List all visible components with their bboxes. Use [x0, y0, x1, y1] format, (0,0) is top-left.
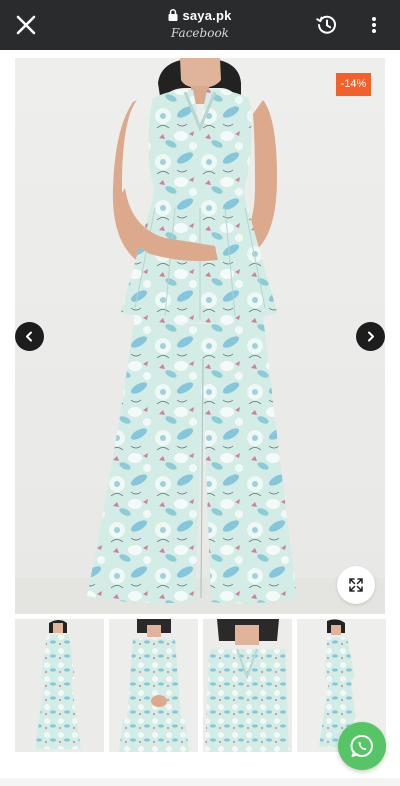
thumbnail-strip — [15, 619, 386, 752]
next-image-button[interactable] — [356, 322, 385, 351]
fullscreen-zoom-button[interactable] — [337, 566, 375, 604]
whatsapp-chat-button[interactable] — [338, 722, 386, 770]
expand-icon — [349, 578, 363, 592]
thumbnail-2[interactable] — [109, 619, 198, 752]
model-photo — [15, 58, 385, 614]
chevron-right-icon — [368, 331, 374, 342]
discount-badge: -14% — [336, 73, 371, 96]
close-icon[interactable] — [14, 13, 38, 37]
product-main-image[interactable] — [15, 58, 385, 614]
chevron-left-icon — [26, 331, 32, 342]
history-icon[interactable] — [315, 13, 339, 37]
lock-icon — [168, 9, 178, 21]
more-vert-icon[interactable] — [364, 13, 384, 37]
previous-image-button[interactable] — [15, 322, 44, 351]
url-title[interactable]: saya.pk Facebook — [100, 8, 300, 40]
site-source: Facebook — [171, 26, 229, 40]
bottom-edge — [0, 778, 400, 786]
thumbnail-1[interactable] — [15, 619, 104, 752]
site-domain: saya.pk — [182, 8, 232, 23]
whatsapp-icon — [350, 734, 373, 757]
browser-top-bar: saya.pk Facebook — [0, 0, 400, 50]
thumbnail-3[interactable] — [203, 619, 292, 752]
